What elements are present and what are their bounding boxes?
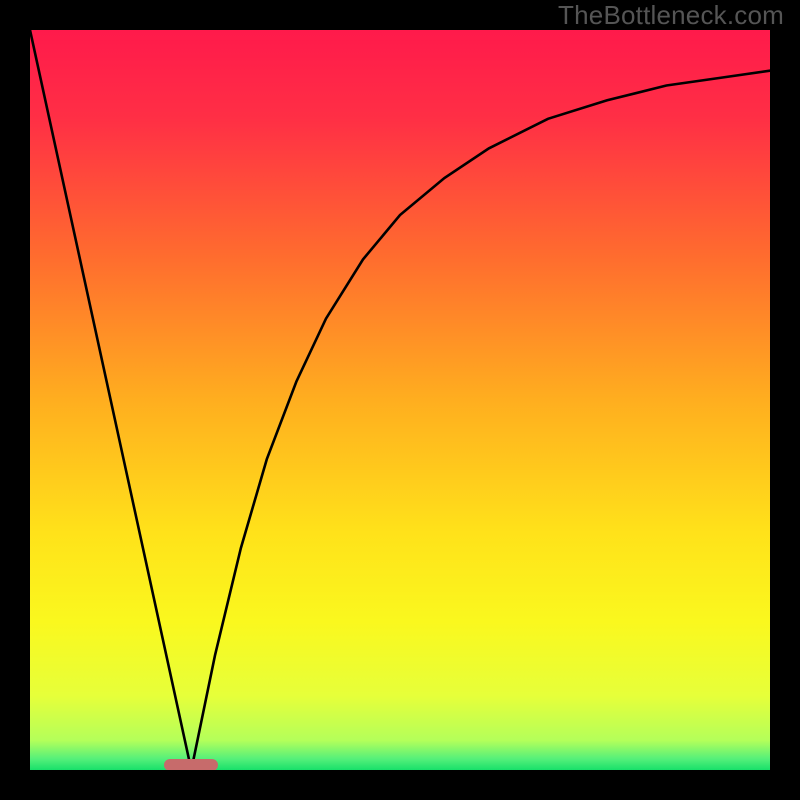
bottleneck-marker [164,759,218,770]
plot-area [30,30,770,770]
left-line [30,30,191,770]
watermark-text: TheBottleneck.com [558,0,784,31]
right-curve [191,71,770,770]
chart-curves [30,30,770,770]
chart-frame: TheBottleneck.com [0,0,800,800]
